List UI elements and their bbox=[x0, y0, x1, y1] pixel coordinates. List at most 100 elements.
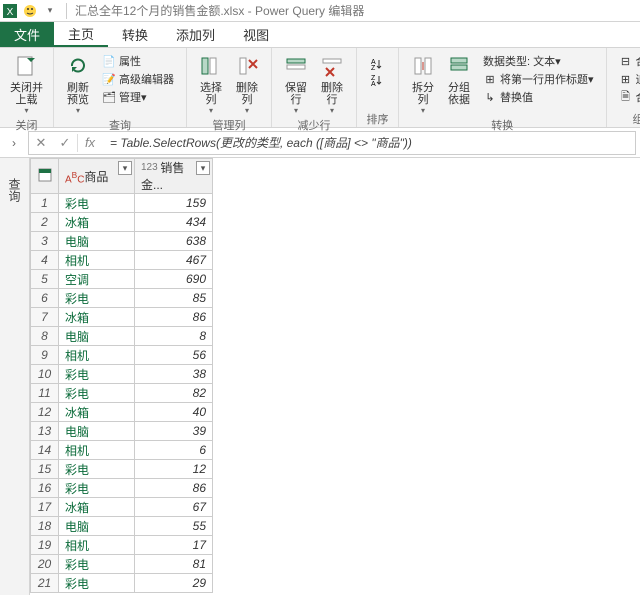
table-row[interactable]: 9相机56 bbox=[31, 346, 213, 365]
cell-product[interactable]: 彩电 bbox=[59, 555, 135, 574]
table-row[interactable]: 10彩电38 bbox=[31, 365, 213, 384]
smiley-icon[interactable] bbox=[22, 3, 38, 19]
cell-sales[interactable]: 29 bbox=[135, 574, 213, 593]
queries-pane-toggle[interactable]: › bbox=[4, 128, 24, 158]
first-row-header-button[interactable]: ⊞将第一行用作标题 ▾ bbox=[481, 70, 596, 88]
cell-product[interactable]: 彩电 bbox=[59, 365, 135, 384]
append-queries-button[interactable]: ⊞追加查 bbox=[617, 70, 640, 88]
cell-sales[interactable]: 85 bbox=[135, 289, 213, 308]
data-grid-wrapper[interactable]: ABC 商品 ▾ 123 销售金... ▾ 1彩电1592冰箱4343电脑638… bbox=[30, 158, 640, 595]
cell-product[interactable]: 电脑 bbox=[59, 327, 135, 346]
table-row[interactable]: 12冰箱40 bbox=[31, 403, 213, 422]
remove-columns-button[interactable]: 删除 列 ▾ bbox=[229, 50, 265, 117]
split-column-button[interactable]: 拆分 列 ▾ bbox=[405, 50, 441, 117]
cell-sales[interactable]: 67 bbox=[135, 498, 213, 517]
cell-product[interactable]: 冰箱 bbox=[59, 403, 135, 422]
combine-files-button[interactable]: 🗎合并文 bbox=[617, 88, 640, 106]
tab-transform[interactable]: 转换 bbox=[108, 22, 162, 47]
filter-dropdown-icon[interactable]: ▾ bbox=[118, 161, 132, 175]
cell-sales[interactable]: 690 bbox=[135, 270, 213, 289]
tab-file[interactable]: 文件 bbox=[0, 22, 54, 47]
cell-sales[interactable]: 81 bbox=[135, 555, 213, 574]
table-row[interactable]: 13电脑39 bbox=[31, 422, 213, 441]
cell-product[interactable]: 彩电 bbox=[59, 384, 135, 403]
group-by-button[interactable]: 分组 依据 bbox=[441, 50, 477, 108]
table-row[interactable]: 2冰箱434 bbox=[31, 213, 213, 232]
table-row[interactable]: 16彩电86 bbox=[31, 479, 213, 498]
cell-product[interactable]: 电脑 bbox=[59, 517, 135, 536]
cell-sales[interactable]: 159 bbox=[135, 194, 213, 213]
formula-text[interactable]: = Table.SelectRows(更改的类型, each ([商品] <> … bbox=[102, 134, 635, 151]
table-row[interactable]: 21彩电29 bbox=[31, 574, 213, 593]
table-row[interactable]: 15彩电12 bbox=[31, 460, 213, 479]
table-row[interactable]: 19相机17 bbox=[31, 536, 213, 555]
cell-product[interactable]: 相机 bbox=[59, 251, 135, 270]
cell-sales[interactable]: 40 bbox=[135, 403, 213, 422]
queries-side-rail[interactable]: 查询 bbox=[0, 158, 30, 595]
manage-button[interactable]: 🗂管理 ▾ bbox=[100, 88, 176, 106]
table-row[interactable]: 7冰箱86 bbox=[31, 308, 213, 327]
table-row[interactable]: 17冰箱67 bbox=[31, 498, 213, 517]
qat-dropdown-icon[interactable]: ▾ bbox=[42, 3, 58, 19]
cell-sales[interactable]: 86 bbox=[135, 479, 213, 498]
remove-rows-button[interactable]: 删除 行 ▾ bbox=[314, 50, 350, 117]
tab-view[interactable]: 视图 bbox=[229, 22, 283, 47]
replace-values-button[interactable]: ↳替换值 bbox=[481, 88, 596, 106]
cell-product[interactable]: 电脑 bbox=[59, 422, 135, 441]
cell-product[interactable]: 相机 bbox=[59, 536, 135, 555]
table-row[interactable]: 5空调690 bbox=[31, 270, 213, 289]
column-header-product[interactable]: ABC 商品 ▾ bbox=[59, 159, 135, 194]
cell-sales[interactable]: 467 bbox=[135, 251, 213, 270]
cell-product[interactable]: 冰箱 bbox=[59, 213, 135, 232]
tab-addcolumn[interactable]: 添加列 bbox=[162, 22, 229, 47]
fx-icon[interactable]: fx bbox=[78, 132, 102, 154]
cell-product[interactable]: 冰箱 bbox=[59, 498, 135, 517]
cell-product[interactable]: 彩电 bbox=[59, 574, 135, 593]
cell-product[interactable]: 相机 bbox=[59, 346, 135, 365]
cell-product[interactable]: 空调 bbox=[59, 270, 135, 289]
table-corner-button[interactable] bbox=[31, 159, 59, 194]
cell-sales[interactable]: 39 bbox=[135, 422, 213, 441]
cell-product[interactable]: 彩电 bbox=[59, 289, 135, 308]
cell-sales[interactable]: 82 bbox=[135, 384, 213, 403]
cell-sales[interactable]: 55 bbox=[135, 517, 213, 536]
cell-sales[interactable]: 8 bbox=[135, 327, 213, 346]
cell-product[interactable]: 彩电 bbox=[59, 479, 135, 498]
column-header-sales[interactable]: 123 销售金... ▾ bbox=[135, 159, 213, 194]
cell-product[interactable]: 电脑 bbox=[59, 232, 135, 251]
table-row[interactable]: 3电脑638 bbox=[31, 232, 213, 251]
tab-home[interactable]: 主页 bbox=[54, 22, 108, 47]
properties-button[interactable]: 📄属性 bbox=[100, 52, 176, 70]
table-row[interactable]: 20彩电81 bbox=[31, 555, 213, 574]
cell-sales[interactable]: 434 bbox=[135, 213, 213, 232]
sort-asc-button[interactable]: AZ bbox=[367, 56, 388, 72]
cell-sales[interactable]: 56 bbox=[135, 346, 213, 365]
cell-product[interactable]: 彩电 bbox=[59, 194, 135, 213]
cell-sales[interactable]: 17 bbox=[135, 536, 213, 555]
table-row[interactable]: 1彩电159 bbox=[31, 194, 213, 213]
cell-sales[interactable]: 6 bbox=[135, 441, 213, 460]
cell-product[interactable]: 彩电 bbox=[59, 460, 135, 479]
filter-dropdown-icon[interactable]: ▾ bbox=[196, 161, 210, 175]
cell-sales[interactable]: 38 bbox=[135, 365, 213, 384]
table-row[interactable]: 14相机6 bbox=[31, 441, 213, 460]
table-row[interactable]: 4相机467 bbox=[31, 251, 213, 270]
keep-rows-button[interactable]: 保留 行 ▾ bbox=[278, 50, 314, 117]
close-and-load-button[interactable]: 关闭并 上载 ▾ bbox=[6, 50, 47, 117]
sort-desc-button[interactable]: ZA bbox=[367, 72, 388, 88]
cell-sales[interactable]: 86 bbox=[135, 308, 213, 327]
table-row[interactable]: 11彩电82 bbox=[31, 384, 213, 403]
cell-product[interactable]: 冰箱 bbox=[59, 308, 135, 327]
advanced-editor-button[interactable]: 📝高级编辑器 bbox=[100, 70, 176, 88]
choose-columns-button[interactable]: 选择 列 ▾ bbox=[193, 50, 229, 117]
cell-sales[interactable]: 12 bbox=[135, 460, 213, 479]
refresh-preview-button[interactable]: 刷新 预览 ▾ bbox=[60, 50, 96, 117]
formula-cancel-button[interactable]: ✕ bbox=[29, 132, 53, 154]
table-row[interactable]: 18电脑55 bbox=[31, 517, 213, 536]
table-row[interactable]: 6彩电85 bbox=[31, 289, 213, 308]
datatype-button[interactable]: 数据类型: 文本 ▾ bbox=[481, 52, 596, 70]
formula-confirm-button[interactable]: ✓ bbox=[53, 132, 77, 154]
merge-queries-button[interactable]: ⊟合并查 bbox=[617, 52, 640, 70]
cell-sales[interactable]: 638 bbox=[135, 232, 213, 251]
table-row[interactable]: 8电脑8 bbox=[31, 327, 213, 346]
